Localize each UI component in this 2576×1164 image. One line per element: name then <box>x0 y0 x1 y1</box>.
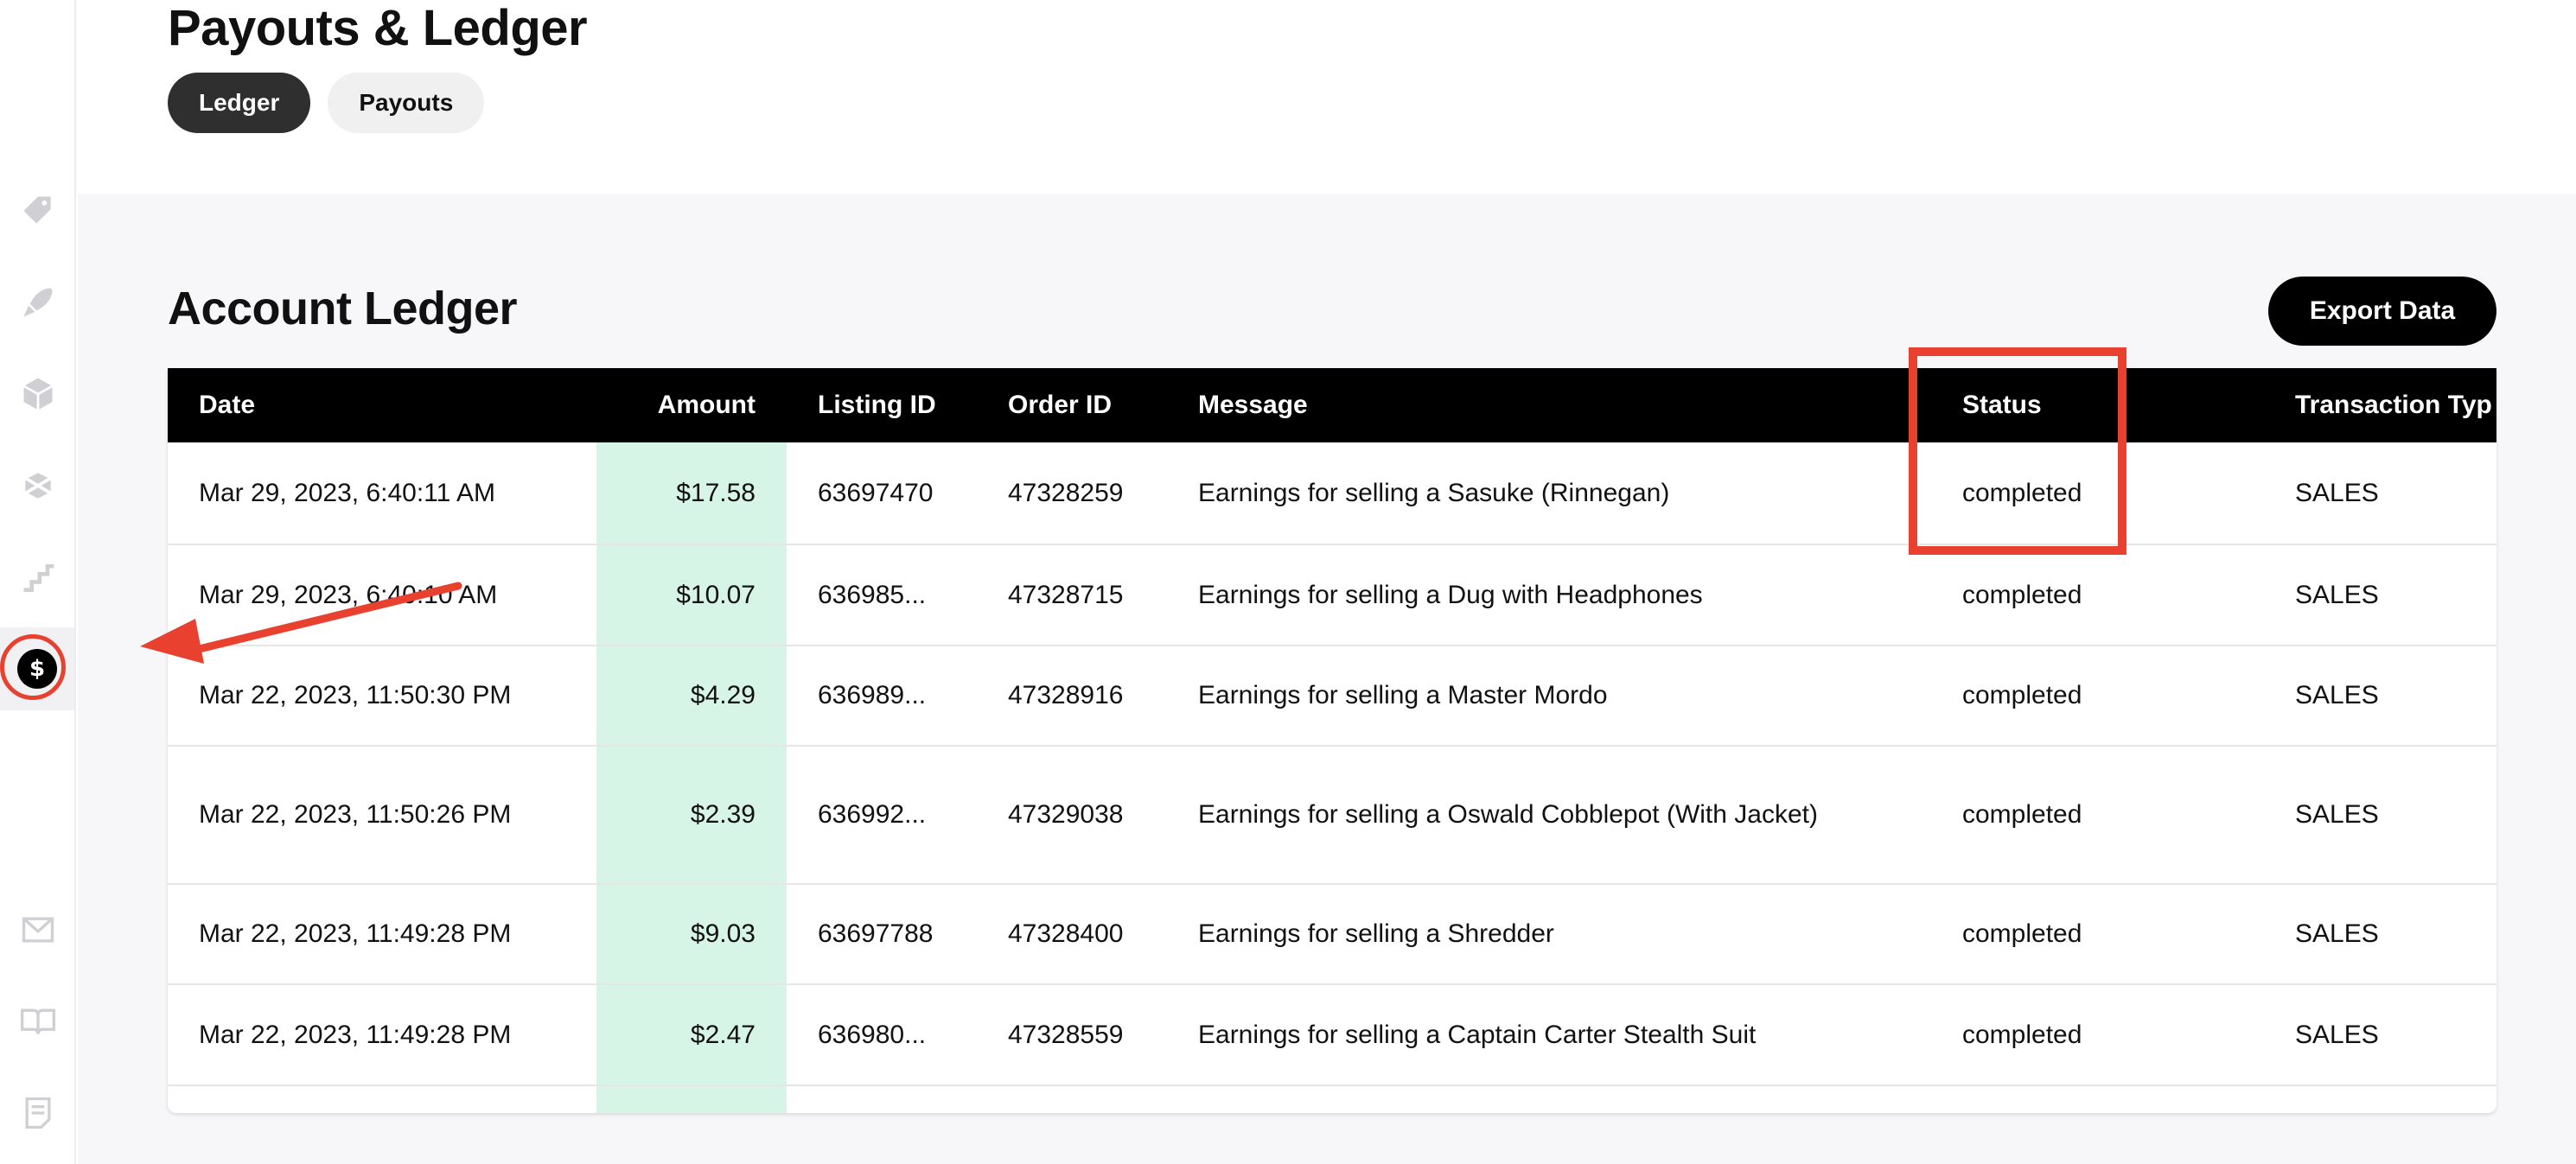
sidebar-item-guides[interactable] <box>0 987 76 1056</box>
cell-order-id: 47328916 <box>1008 681 1124 709</box>
cell-status: completed <box>1962 800 2082 829</box>
tab-ledger[interactable]: Ledger <box>168 73 311 133</box>
cell-type: SALES <box>2295 681 2379 709</box>
table-row: Mar 22, 2023, 11:49:28 PM $2.47 636980..… <box>168 984 2496 1085</box>
tab-payouts[interactable]: Payouts <box>328 73 485 133</box>
cell-status: completed <box>1962 919 2082 948</box>
cell-order-id: 47328259 <box>1008 478 1124 507</box>
cell-type: SALES <box>2295 478 2379 507</box>
cell-order-id: 47328715 <box>1008 580 1124 609</box>
cell-amount: $9.03 <box>596 884 787 984</box>
cell-message: Earnings for selling a Oswald Cobblepot … <box>1198 800 1818 829</box>
table-row: Mar 22, 2023, 11:50:30 PM $4.29 636989..… <box>168 646 2496 746</box>
cell-listing-id: 636980... <box>818 1020 927 1049</box>
rocket-icon <box>23 288 53 317</box>
sidebar-item-inventory[interactable] <box>0 359 76 429</box>
column-header-listing-id[interactable]: Listing ID <box>787 368 977 442</box>
cell-message: Earnings for selling a Dug with Headphon… <box>1198 580 1703 609</box>
cell-type: SALES <box>2295 1020 2379 1049</box>
annotation-arrow <box>140 582 462 664</box>
column-header-message[interactable]: Message <box>1167 368 1931 442</box>
column-header-order-id[interactable]: Order ID <box>977 368 1167 442</box>
mail-icon <box>22 917 54 943</box>
cell-amount: $4.29 <box>596 646 787 746</box>
cell-date: Mar 22, 2023, 11:49:28 PM <box>199 1020 512 1049</box>
sidebar-item-listings[interactable] <box>0 176 76 245</box>
cell-status: completed <box>1962 1020 2082 1049</box>
tab-bar: Ledger Payouts <box>168 73 485 133</box>
cell-amount: $10.07 <box>596 544 787 646</box>
cell-order-id: 47329038 <box>1008 800 1124 829</box>
box-icon <box>22 378 54 410</box>
table-row: Mar 29, 2023, 6:40:11 AM $17.58 63697470… <box>168 442 2496 544</box>
annotation-highlight-box <box>1909 347 2126 555</box>
sidebar-item-docs[interactable] <box>0 1078 76 1148</box>
cell-status: completed <box>1962 580 2082 609</box>
cell-date: Mar 22, 2023, 11:50:26 PM <box>199 800 512 829</box>
sidebar-item-stats[interactable] <box>0 543 76 612</box>
cell-status: completed <box>1962 681 2082 709</box>
export-data-button[interactable]: Export Data <box>2268 277 2496 346</box>
book-icon <box>21 1008 55 1034</box>
sidebar: $ <box>0 0 76 1164</box>
sidebar-item-shipping[interactable] <box>0 451 76 520</box>
cell-order-id: 47328559 <box>1008 1020 1124 1049</box>
cell-amount: $17.58 <box>596 442 787 544</box>
cell-amount: $2.47 <box>596 984 787 1085</box>
table-row: Mar 22, 2023, 11:50:26 PM $2.39 636992..… <box>168 746 2496 884</box>
cell-message: Earnings for selling a Sasuke (Rinnegan) <box>1198 478 1670 507</box>
sidebar-item-boost[interactable] <box>0 268 76 337</box>
table-row: Mar 29, 2023, 6:40:10 AM $10.07 636985..… <box>168 544 2496 646</box>
stairs-icon <box>23 563 54 592</box>
document-icon <box>25 1097 51 1129</box>
column-header-amount[interactable]: Amount <box>596 368 787 442</box>
page-title: Payouts & Ledger <box>168 0 588 56</box>
cell-type: SALES <box>2295 919 2379 948</box>
cell-listing-id: 636989... <box>818 681 927 709</box>
cell-message: Earnings for selling a Captain Carter St… <box>1198 1020 1757 1049</box>
column-header-date[interactable]: Date <box>168 368 596 442</box>
cell-type: SALES <box>2295 580 2379 609</box>
tag-icon <box>23 196 51 224</box>
cell-date: Mar 29, 2023, 6:40:11 AM <box>199 478 495 507</box>
column-header-transaction-type[interactable]: Transaction Typ <box>2264 368 2496 442</box>
annotation-circle <box>0 634 66 700</box>
cell-listing-id: 636985... <box>818 580 927 609</box>
section-title: Account Ledger <box>168 283 518 334</box>
table-header-row: Date Amount Listing ID Order ID Message … <box>168 368 2496 442</box>
cell-listing-id: 63697470 <box>818 478 934 507</box>
cell-listing-id: 63697788 <box>818 919 934 948</box>
cell-type: SALES <box>2295 800 2379 829</box>
cell-message: Earnings for selling a Master Mordo <box>1198 681 1608 709</box>
table-row-partial <box>168 1085 2496 1113</box>
package-tape-icon <box>21 473 55 499</box>
cell-order-id: 47328400 <box>1008 919 1124 948</box>
cell-amount: $2.39 <box>596 746 787 884</box>
cell-date: Mar 22, 2023, 11:49:28 PM <box>199 919 512 948</box>
cell-listing-id: 636992... <box>818 800 927 829</box>
cell-message: Earnings for selling a Shredder <box>1198 919 1554 948</box>
table-row: Mar 22, 2023, 11:49:28 PM $9.03 63697788… <box>168 884 2496 984</box>
sidebar-item-messages[interactable] <box>0 895 76 964</box>
ledger-table: Date Amount Listing ID Order ID Message … <box>168 368 2496 1113</box>
